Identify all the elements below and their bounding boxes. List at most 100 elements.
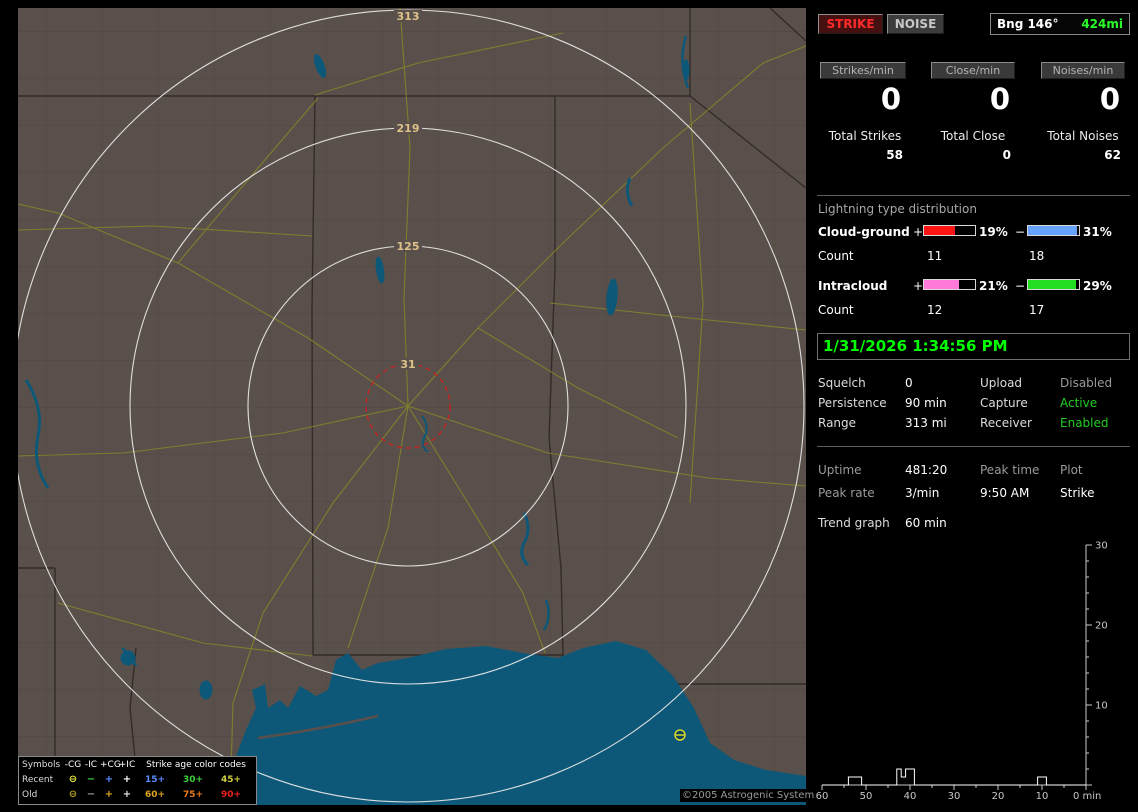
ring-label-125: 125 <box>397 240 420 253</box>
legend-old-label: Old <box>22 789 38 800</box>
capture-label: Capture <box>980 396 1028 410</box>
close-per-min-label: Close/min <box>931 62 1015 79</box>
peak-rate-value: 3/min <box>905 486 940 500</box>
legend-age-header: Strike age color codes <box>146 759 246 770</box>
cg-minus-sign: − <box>1015 225 1026 239</box>
cg-negative-bar-fill <box>1028 226 1078 235</box>
legend-old-row: Old ⊖ − + + 60+ 75+ 90+ <box>19 787 256 802</box>
total-strikes-col: Total Strikes 58 <box>815 129 915 165</box>
cg-count-row: Count 11 18 <box>815 249 1138 265</box>
neg-cg-recent-icon: ⊖ <box>68 774 78 785</box>
upload-status: Disabled <box>1060 376 1113 390</box>
section-divider <box>817 195 1130 196</box>
noise-toggle-button[interactable]: NOISE <box>887 14 944 34</box>
age-45: 45+ <box>220 774 242 785</box>
ic-negative-bar <box>1027 279 1080 290</box>
svg-text:20: 20 <box>1095 621 1108 632</box>
peak-rate-label: Peak rate <box>818 486 875 500</box>
plot-label: Plot <box>1060 463 1083 477</box>
noises-per-min-value: 0 <box>1099 82 1120 116</box>
svg-text:10: 10 <box>1036 791 1049 802</box>
ic-positive-count: 12 <box>927 303 943 317</box>
legend-recent-row: Recent ⊖ − + + 15+ 30+ 45+ <box>19 772 256 787</box>
persistence-value: 90 min <box>905 396 947 410</box>
receiver-label: Receiver <box>980 416 1032 430</box>
close-per-min-value: 0 <box>989 82 1010 116</box>
lightning-map[interactable]: 313 219 125 31 Symbols -CG -IC +CG +IC S… <box>18 8 819 805</box>
strikes-per-min-value: 0 <box>880 82 901 116</box>
cg-positive-bar-fill <box>924 226 956 235</box>
range-value: 313 mi <box>905 416 947 430</box>
neg-ic-recent-icon: − <box>86 774 96 785</box>
legend-col-neg-ic: -IC <box>84 759 98 770</box>
distribution-heading: Lightning type distribution <box>818 202 977 216</box>
map-canvas: 313 219 125 31 <box>18 8 806 805</box>
cg-negative-pct: 31% <box>1083 225 1112 239</box>
pos-ic-recent-icon: + <box>122 774 132 785</box>
uptime-value: 481:20 <box>905 463 948 477</box>
status-row-1: Squelch 0 Upload Disabled <box>815 376 1138 392</box>
squelch-value: 0 <box>905 376 913 390</box>
peak-time-value: 9:50 AM <box>980 486 1030 500</box>
total-close-label: Total Close <box>940 129 1006 143</box>
svg-text:10: 10 <box>1095 701 1108 712</box>
pos-cg-old-icon: + <box>104 789 114 800</box>
ic-positive-pct: 21% <box>979 279 1008 293</box>
intracloud-label: Intracloud <box>818 279 888 293</box>
ic-negative-count: 17 <box>1029 303 1045 317</box>
noise-marker-icon <box>674 729 686 741</box>
ring-label-219: 219 <box>397 122 420 135</box>
age-60: 60+ <box>144 789 166 800</box>
svg-text:0 min: 0 min <box>1073 791 1101 802</box>
age-15: 15+ <box>144 774 166 785</box>
plot-mode-value: Strike <box>1060 486 1095 500</box>
total-strikes-value: 58 <box>886 148 903 162</box>
legend-col-neg-cg: -CG <box>64 759 82 770</box>
age-30: 30+ <box>182 774 204 785</box>
svg-text:40: 40 <box>904 791 917 802</box>
neg-cg-old-icon: ⊖ <box>68 789 78 800</box>
legend-recent-label: Recent <box>22 774 54 785</box>
ic-plus-sign: + <box>913 279 924 293</box>
ic-count-row: Count 12 17 <box>815 303 1138 319</box>
total-close-value: 0 <box>1002 148 1011 162</box>
total-strikes-label: Total Strikes <box>828 129 902 143</box>
capture-status: Active <box>1060 396 1098 410</box>
clock-readout: 1/31/2026 1:34:56 PM <box>817 333 1130 360</box>
trend-graph-chart: 30 20 10 60 50 40 30 20 10 0 min <box>816 541 1108 803</box>
strikes-per-min-label: Strikes/min <box>820 62 906 79</box>
status-row-2: Persistence 90 min Capture Active <box>815 396 1138 412</box>
ic-minus-sign: − <box>1015 279 1026 293</box>
ic-negative-pct: 29% <box>1083 279 1112 293</box>
ring-label-313: 313 <box>397 10 420 23</box>
session-row-2: Peak rate 3/min 9:50 AM Strike <box>815 486 1138 502</box>
upload-label: Upload <box>980 376 1023 390</box>
receiver-status: Enabled <box>1060 416 1109 430</box>
section-divider <box>817 446 1130 447</box>
ic-count-label: Count <box>818 303 854 317</box>
total-noises-value: 62 <box>1104 148 1121 162</box>
total-close-col: Total Close 0 <box>923 129 1023 165</box>
svg-text:50: 50 <box>860 791 873 802</box>
legend-col-pos-ic: +IC <box>118 759 136 770</box>
bearing-distance: 424mi <box>1081 17 1123 31</box>
cg-plus-sign: + <box>913 225 924 239</box>
legend-symbols-header: Symbols <box>22 759 61 770</box>
strike-toggle-button[interactable]: STRIKE <box>818 14 883 34</box>
total-noises-label: Total Noises <box>1047 129 1119 143</box>
cg-positive-pct: 19% <box>979 225 1008 239</box>
session-row-1: Uptime 481:20 Peak time Plot <box>815 463 1138 479</box>
cloud-ground-row: Cloud-ground + 19% − 31% <box>815 225 1138 241</box>
map-legend: Symbols -CG -IC +CG +IC Strike age color… <box>18 756 257 805</box>
intracloud-row: Intracloud + 21% − 29% <box>815 279 1138 295</box>
neg-ic-old-icon: − <box>86 789 96 800</box>
noises-per-min-label: Noises/min <box>1041 62 1125 79</box>
svg-text:30: 30 <box>1095 541 1108 552</box>
status-panel: STRIKE NOISE Bng 146° 424mi Strikes/min … <box>815 0 1138 812</box>
bearing-label: Bng 146° <box>997 17 1059 31</box>
cg-positive-count: 11 <box>927 249 943 263</box>
ic-negative-bar-fill <box>1028 280 1077 289</box>
uptime-label: Uptime <box>818 463 862 477</box>
range-label: Range <box>818 416 857 430</box>
pos-cg-recent-icon: + <box>104 774 114 785</box>
